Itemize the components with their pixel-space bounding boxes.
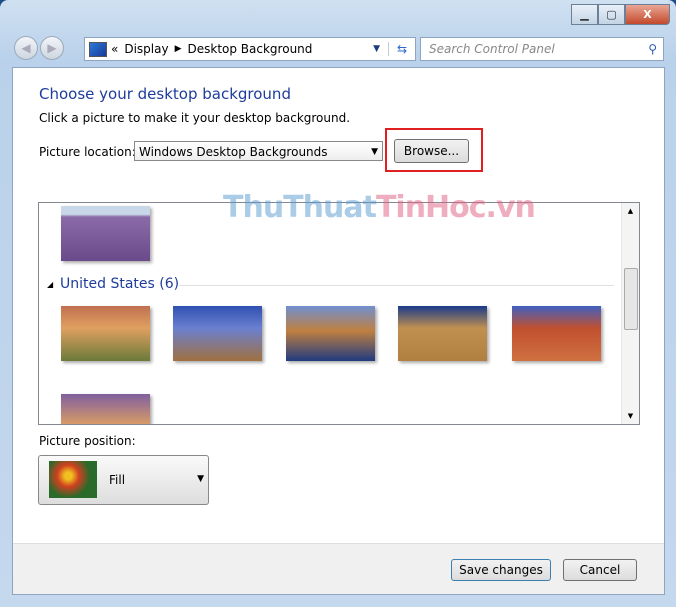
cancel-button[interactable]: Cancel — [563, 559, 637, 581]
breadcrumb-separator-icon: ▶ — [174, 44, 182, 54]
close-button[interactable]: X — [625, 4, 670, 25]
wallpaper-list[interactable]: ◢ United States (6) ▲ ▼ — [38, 202, 640, 425]
flower-preview-icon — [49, 461, 97, 498]
group-divider — [179, 285, 614, 286]
scrollbar-thumb[interactable] — [624, 268, 638, 330]
picture-position-select[interactable]: Fill ▼ — [38, 455, 209, 505]
wallpaper-thumbnail-arch[interactable] — [512, 306, 601, 361]
picture-location-value: Windows Desktop Backgrounds — [139, 145, 328, 159]
page-title: Choose your desktop background — [39, 85, 291, 103]
overflow-chevron[interactable]: « — [111, 42, 118, 56]
history-dropdown-icon[interactable]: ▼ — [373, 44, 388, 54]
group-header-united-states[interactable]: United States (6) — [60, 276, 179, 292]
content-pane: Choose your desktop background Click a p… — [12, 67, 665, 595]
collapse-icon[interactable]: ◢ — [47, 280, 53, 289]
scroll-down-icon[interactable]: ▼ — [622, 412, 639, 420]
refresh-icon[interactable]: ⇆ — [388, 42, 415, 56]
forward-button[interactable]: ▶ — [40, 36, 64, 60]
search-icon[interactable]: ⚲ — [648, 42, 663, 56]
chevron-down-icon: ▼ — [197, 474, 204, 484]
chevron-down-icon: ▼ — [371, 147, 378, 157]
watermark: ThuThuatTinHoc.vn — [223, 190, 536, 225]
scrollbar[interactable]: ▲ ▼ — [621, 203, 639, 424]
back-button[interactable]: ◀ — [14, 36, 38, 60]
picture-position-label: Picture position: — [39, 434, 136, 448]
picture-location-select[interactable]: Windows Desktop Backgrounds ▼ — [134, 141, 383, 161]
highlight-box — [385, 128, 483, 172]
breadcrumb-display[interactable]: Display — [124, 42, 168, 56]
wallpaper-thumbnail-haystack-rock[interactable] — [286, 306, 375, 361]
footer: Save changes Cancel — [13, 543, 664, 594]
address-bar[interactable]: « Display ▶ Desktop Background ▼ ⇆ — [84, 37, 416, 61]
display-icon — [89, 41, 107, 57]
picture-position-value: Fill — [109, 473, 126, 487]
minimize-button[interactable]: ▁ — [571, 4, 598, 25]
maximize-button[interactable]: ▢ — [598, 4, 625, 25]
wallpaper-thumbnail-lavender[interactable] — [61, 206, 150, 261]
scroll-up-icon[interactable]: ▲ — [622, 207, 639, 215]
wallpaper-thumbnail-sunset-meadow[interactable] — [61, 306, 150, 361]
search-input[interactable]: Search Control Panel — [421, 42, 555, 56]
picture-location-label: Picture location: — [39, 145, 136, 159]
window: ▁ ▢ X ◀ ▶ « Display ▶ Desktop Background… — [0, 0, 676, 607]
wallpaper-thumbnail-hay-bale[interactable] — [398, 306, 487, 361]
page-subtitle: Click a picture to make it your desktop … — [39, 111, 351, 125]
search-box[interactable]: Search Control Panel ⚲ — [420, 37, 664, 61]
wallpaper-thumbnail-lighthouse[interactable] — [173, 306, 262, 361]
wallpaper-thumbnail-dusk[interactable] — [61, 394, 150, 424]
save-changes-button[interactable]: Save changes — [451, 559, 551, 581]
breadcrumb-desktop-background[interactable]: Desktop Background — [188, 42, 313, 56]
